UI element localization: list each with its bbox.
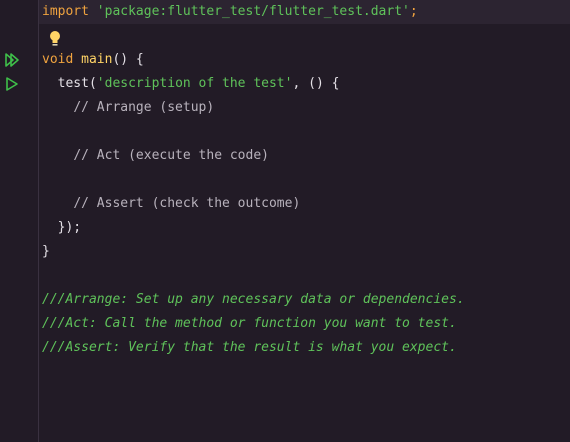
test-description-string: 'description of the test' [96,76,293,91]
code-line-test: test('description of the test', () { [42,72,340,96]
run-all-tests-icon[interactable] [4,52,20,68]
code-line-act-comment: // Act (execute the code) [42,144,269,168]
run-test-icon[interactable] [4,76,20,92]
code-line-doc-arrange: ///Arrange: Set up any necessary data or… [42,288,465,312]
function-main: main [81,52,113,67]
import-path-string: 'package:flutter_test/flutter_test.dart' [96,4,410,19]
semicolon: ; [409,4,418,19]
close-test: }); [57,220,82,235]
code-editor[interactable]: import 'package:flutter_test/flutter_tes… [0,0,570,442]
code-line-assert-comment: // Assert (check the outcome) [42,192,300,216]
code-line-doc-act: ///Act: Call the method or function you … [42,312,457,336]
doc-comment-assert: ///Assert: Verify that the result is wha… [42,340,457,355]
doc-comment-act: ///Act: Call the method or function you … [42,316,457,331]
keyword-void: void [42,52,74,67]
code-line-close-main: } [42,240,50,264]
close-main: } [42,244,50,259]
main-signature: () { [112,52,144,67]
code-line-close-test: }); [42,216,81,240]
comment-act: // Act (execute the code) [73,148,269,163]
lightbulb-icon[interactable] [48,30,62,48]
code-line-doc-assert: ///Assert: Verify that the result is wha… [42,336,457,360]
doc-comment-arrange: ///Arrange: Set up any necessary data or… [42,292,465,307]
code-line-main: void main() { [42,48,144,72]
comment-assert: // Assert (check the outcome) [73,196,301,211]
editor-gutter [0,0,39,442]
code-line-arrange-comment: // Arrange (setup) [42,96,214,120]
function-test: test( [57,76,97,91]
test-callback: , () { [292,76,340,91]
keyword-import: import [42,4,89,19]
comment-arrange: // Arrange (setup) [73,100,215,115]
code-line-import: import 'package:flutter_test/flutter_tes… [42,0,418,24]
